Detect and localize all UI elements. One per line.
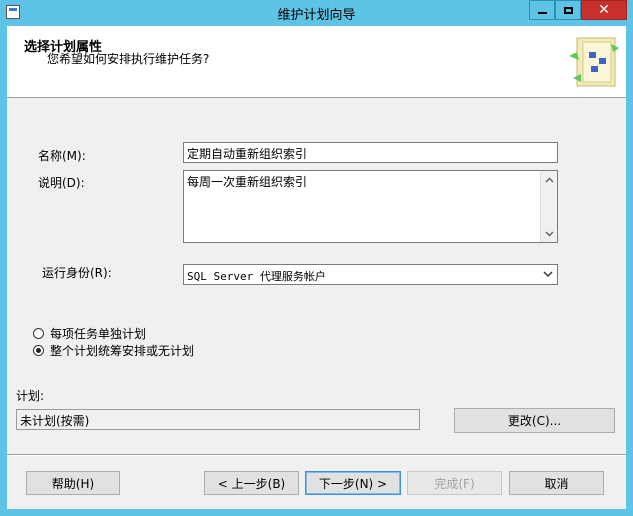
name-label: 名称(M): <box>38 149 86 163</box>
maximize-button[interactable] <box>555 0 581 20</box>
change-schedule-button[interactable]: 更改(C)... <box>454 408 615 433</box>
back-button[interactable]: < 上一步(B) <box>204 471 299 495</box>
wizard-window: 维护计划向导 ✕ 选择计划属性 您希望如何安排执行维护任务? 名称(M): 定期… <box>0 0 633 516</box>
wizard-header: 选择计划属性 您希望如何安排执行维护任务? <box>7 26 626 98</box>
close-icon: ✕ <box>598 2 610 18</box>
description-label: 说明(D): <box>38 176 85 190</box>
next-button[interactable]: 下一步(N) > <box>305 471 401 495</box>
page-subtitle: 您希望如何安排执行维护任务? <box>47 52 210 66</box>
caption-buttons: ✕ <box>529 0 627 20</box>
maximize-icon <box>563 6 573 14</box>
scroll-down-icon[interactable] <box>541 225 557 242</box>
cancel-button[interactable]: 取消 <box>509 471 604 495</box>
radio-selected-dot <box>36 348 41 353</box>
radio-single-label: 整个计划统筹安排或无计划 <box>50 344 195 358</box>
schedule-label: 计划: <box>16 389 45 403</box>
radio-separate[interactable] <box>33 328 44 339</box>
footer-separator <box>7 454 626 456</box>
scroll-up-icon[interactable] <box>541 171 557 188</box>
runas-select[interactable]: SQL Server 代理服务帐户 <box>183 264 558 285</box>
chevron-down-icon <box>543 271 553 278</box>
runas-value: SQL Server 代理服务帐户 <box>187 270 326 283</box>
runas-label: 运行身份(R): <box>42 266 112 280</box>
minimize-icon <box>537 12 547 14</box>
wizard-graphic-icon <box>569 37 619 87</box>
radio-single[interactable] <box>33 345 44 356</box>
finish-button[interactable]: 完成(F) <box>407 471 502 495</box>
description-text: 每周一次重新组织索引 <box>187 175 308 189</box>
name-field[interactable]: 定期自动重新组织索引 <box>183 142 558 163</box>
radio-separate-label: 每项任务单独计划 <box>50 327 147 341</box>
client-area: 选择计划属性 您希望如何安排执行维护任务? 名称(M): 定期自动重新组织索引 … <box>7 26 626 509</box>
schedule-field: 未计划(按需) <box>16 409 420 430</box>
close-button[interactable]: ✕ <box>581 0 627 20</box>
description-field[interactable]: 每周一次重新组织索引 <box>183 170 558 243</box>
description-scrollbar[interactable] <box>540 171 557 242</box>
minimize-button[interactable] <box>529 0 555 20</box>
title-bar[interactable]: 维护计划向导 ✕ <box>0 0 633 26</box>
radio-single-schedule[interactable]: 整个计划统筹安排或无计划 <box>33 342 194 359</box>
help-button[interactable]: 帮助(H) <box>26 471 120 495</box>
radio-separate-schedules[interactable]: 每项任务单独计划 <box>33 325 146 342</box>
